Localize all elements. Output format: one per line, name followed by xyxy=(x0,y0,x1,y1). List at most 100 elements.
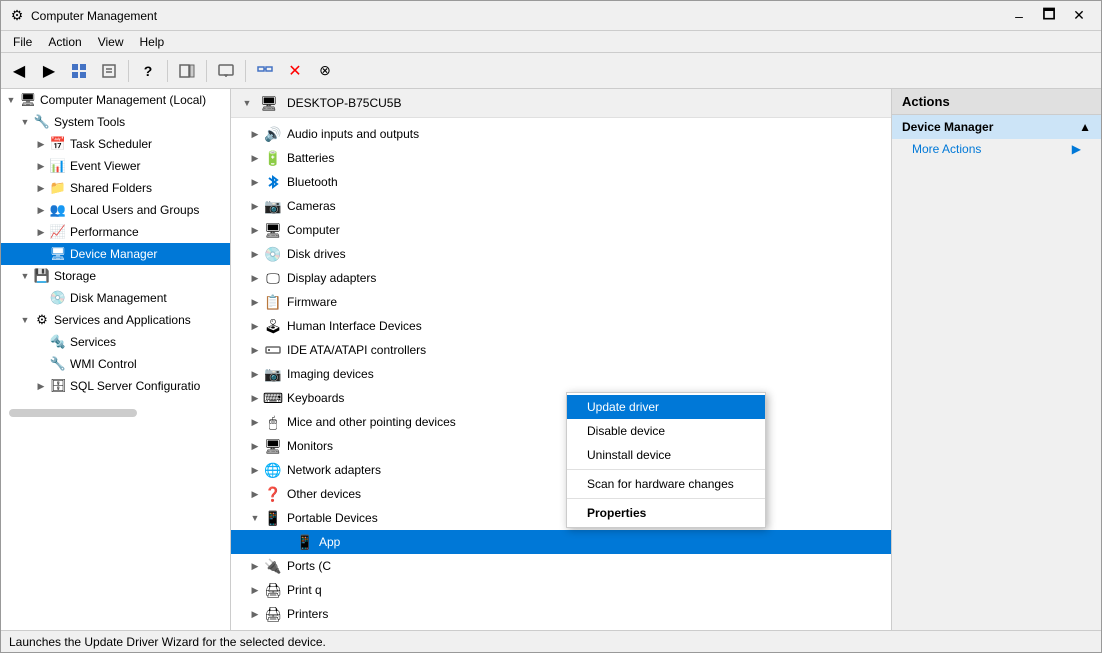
local-users-label: Local Users and Groups xyxy=(70,203,199,217)
monitor-button[interactable] xyxy=(212,57,240,85)
action-group-arrow: ▲ xyxy=(1079,120,1091,134)
event-viewer-expander: ▶ xyxy=(33,158,49,174)
device-manager-label: Device Manager xyxy=(70,247,157,261)
storage-label: Storage xyxy=(54,269,96,283)
system-tools-label: System Tools xyxy=(54,115,125,129)
tree-event-viewer[interactable]: ▶ 📊 Event Viewer xyxy=(1,155,230,177)
device-monitors[interactable]: ▶ 🖥 Monitors xyxy=(231,434,891,458)
more-actions-label: More Actions xyxy=(912,142,981,156)
device-hid[interactable]: ▶ 🕹 Human Interface Devices xyxy=(231,314,891,338)
header-icon: 🖥 xyxy=(259,93,279,113)
shared-folders-icon: 📁 xyxy=(49,179,67,197)
root-label: Computer Management (Local) xyxy=(40,93,206,107)
close-button[interactable]: ✕ xyxy=(1065,5,1093,27)
delete-button[interactable]: ✕ xyxy=(281,57,309,85)
context-menu: Update driver Disable device Uninstall d… xyxy=(566,392,766,528)
performance-expander: ▶ xyxy=(33,224,49,240)
device-processors[interactable]: ▶ 🔲 Proces xyxy=(231,626,891,630)
properties-button[interactable] xyxy=(95,57,123,85)
device-disk[interactable]: ▶ 💿 Disk drives xyxy=(231,242,891,266)
action-group-device-manager[interactable]: Device Manager ▲ xyxy=(892,115,1101,139)
event-viewer-icon: 📊 xyxy=(49,157,67,175)
forward-button[interactable]: ▶ xyxy=(35,57,63,85)
actions-header: Actions xyxy=(892,89,1101,115)
performance-label: Performance xyxy=(70,225,139,239)
ctx-scan-hardware[interactable]: Scan for hardware changes xyxy=(567,472,765,496)
device-display[interactable]: ▶ 🖵 Display adapters xyxy=(231,266,891,290)
task-scheduler-label: Task Scheduler xyxy=(70,137,152,151)
status-text: Launches the Update Driver Wizard for th… xyxy=(9,635,326,649)
device-ide[interactable]: ▶ IDE ATA/ATAPI controllers xyxy=(231,338,891,362)
sql-expander: ▶ xyxy=(33,378,49,394)
tree-performance[interactable]: ▶ 📈 Performance xyxy=(1,221,230,243)
menu-action[interactable]: Action xyxy=(40,31,89,52)
system-tools-expander: ▼ xyxy=(17,114,33,130)
ctx-properties[interactable]: Properties xyxy=(567,501,765,525)
device-keyboards[interactable]: ▶ ⌨ Keyboards xyxy=(231,386,891,410)
up-button[interactable] xyxy=(65,57,93,85)
tree-root[interactable]: ▼ 🖥 Computer Management (Local) xyxy=(1,89,230,111)
services-expander xyxy=(33,334,49,350)
menu-help[interactable]: Help xyxy=(132,31,173,52)
device-ports[interactable]: ▶ 🔌 Ports (C xyxy=(231,554,891,578)
device-batteries[interactable]: ▶ 🔋 Batteries xyxy=(231,146,891,170)
tree-services[interactable]: 🔩 Services xyxy=(1,331,230,353)
tree-task-scheduler[interactable]: ▶ 📅 Task Scheduler xyxy=(1,133,230,155)
ctx-sep-1 xyxy=(567,469,765,470)
toolbar-sep-3 xyxy=(206,60,207,82)
help-toolbar-button[interactable]: ? xyxy=(134,57,162,85)
device-bluetooth[interactable]: ▶ Bluetooth xyxy=(231,170,891,194)
header-label: DESKTOP-B75CU5B xyxy=(287,96,402,110)
menu-bar: File Action View Help xyxy=(1,31,1101,53)
device-printq[interactable]: ▶ 🖨 Print q xyxy=(231,578,891,602)
tree-shared-folders[interactable]: ▶ 📁 Shared Folders xyxy=(1,177,230,199)
tree-device-manager[interactable]: 🖥 Device Manager xyxy=(1,243,230,265)
header-expander: ▼ xyxy=(239,95,255,111)
action-more-actions[interactable]: More Actions ▶ xyxy=(892,139,1101,159)
tree-storage[interactable]: ▼ 💾 Storage xyxy=(1,265,230,287)
tree-services-apps[interactable]: ▼ ⚙ Services and Applications xyxy=(1,309,230,331)
menu-view[interactable]: View xyxy=(90,31,132,52)
tree-wmi[interactable]: 🔧 WMI Control xyxy=(1,353,230,375)
device-firmware[interactable]: ▶ 📋 Firmware xyxy=(231,290,891,314)
tree-local-users[interactable]: ▶ 👥 Local Users and Groups xyxy=(1,199,230,221)
computer-management-window: ⚙ Computer Management – 🗖 ✕ File Action … xyxy=(0,0,1102,653)
services-label: Services xyxy=(70,335,116,349)
device-app[interactable]: 📱 App xyxy=(231,530,891,554)
tree-system-tools[interactable]: ▼ 🔧 System Tools xyxy=(1,111,230,133)
device-imaging[interactable]: ▶ 📷 Imaging devices xyxy=(231,362,891,386)
local-users-expander: ▶ xyxy=(33,202,49,218)
device-mice[interactable]: ▶ 🖱 Mice and other pointing devices xyxy=(231,410,891,434)
device-list: ▶ 🔊 Audio inputs and outputs ▶ 🔋 Batteri… xyxy=(231,118,891,630)
middle-header: ▼ 🖥 DESKTOP-B75CU5B xyxy=(231,89,891,118)
status-bar: Launches the Update Driver Wizard for th… xyxy=(1,630,1101,652)
toolbar-sep-1 xyxy=(128,60,129,82)
tree-sql-server[interactable]: ▶ 🗄 SQL Server Configuratio xyxy=(1,375,230,397)
middle-panel: ▼ 🖥 DESKTOP-B75CU5B ▶ 🔊 Audio inputs and… xyxy=(231,89,891,630)
device-printers[interactable]: ▶ 🖨 Printers xyxy=(231,602,891,626)
sql-icon: 🗄 xyxy=(49,377,67,395)
device-network[interactable]: ▶ 🌐 Network adapters xyxy=(231,458,891,482)
event-viewer-label: Event Viewer xyxy=(70,159,140,173)
wmi-label: WMI Control xyxy=(70,357,137,371)
show-hide-button[interactable] xyxy=(173,57,201,85)
network-button[interactable] xyxy=(251,57,279,85)
ctx-update-driver[interactable]: Update driver xyxy=(567,395,765,419)
ctx-disable-device[interactable]: Disable device xyxy=(567,419,765,443)
device-audio[interactable]: ▶ 🔊 Audio inputs and outputs xyxy=(231,122,891,146)
tree-disk-management[interactable]: 💿 Disk Management xyxy=(1,287,230,309)
cancel-button[interactable]: ⊗ xyxy=(311,57,339,85)
performance-icon: 📈 xyxy=(49,223,67,241)
ctx-uninstall-device[interactable]: Uninstall device xyxy=(567,443,765,467)
right-panel: Actions Device Manager ▲ More Actions ▶ xyxy=(891,89,1101,630)
device-portable[interactable]: ▼ 📱 Portable Devices xyxy=(231,506,891,530)
minimize-button[interactable]: – xyxy=(1005,5,1033,27)
main-content: ▼ 🖥 Computer Management (Local) ▼ 🔧 Syst… xyxy=(1,89,1101,630)
device-computer[interactable]: ▶ 🖥 Computer xyxy=(231,218,891,242)
device-other[interactable]: ▶ ❓ Other devices xyxy=(231,482,891,506)
menu-file[interactable]: File xyxy=(5,31,40,52)
window-title: Computer Management xyxy=(31,9,1005,23)
device-cameras[interactable]: ▶ 📷 Cameras xyxy=(231,194,891,218)
back-button[interactable]: ◀ xyxy=(5,57,33,85)
restore-button[interactable]: 🗖 xyxy=(1035,5,1063,27)
